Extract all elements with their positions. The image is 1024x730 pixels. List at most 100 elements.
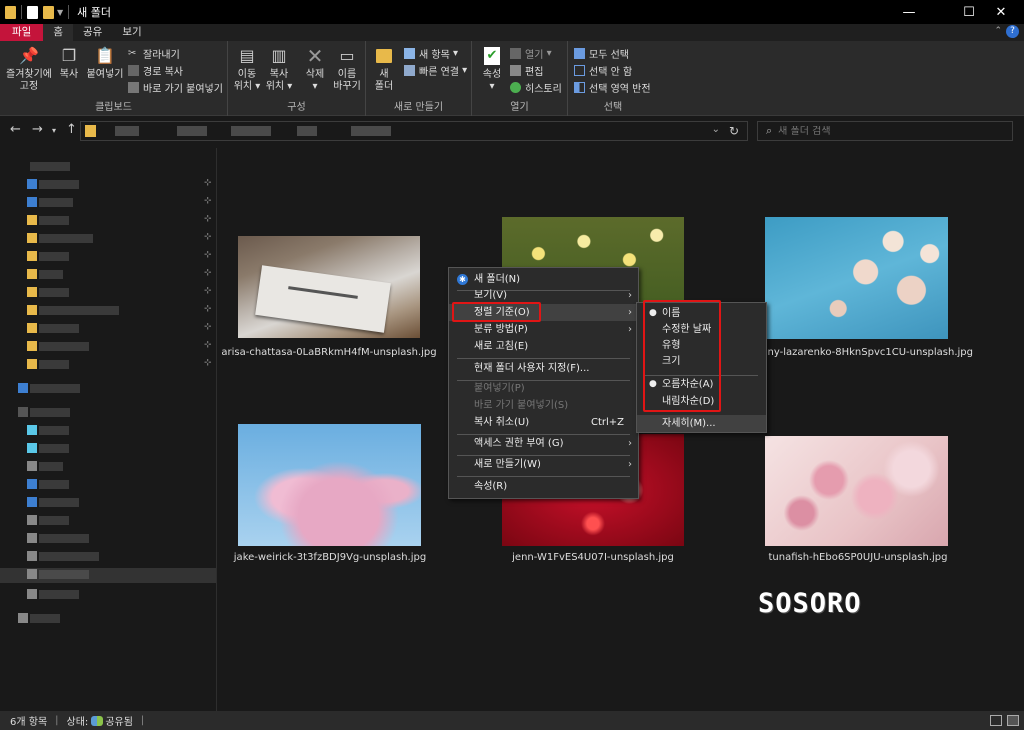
- sort-option-more[interactable]: 자세히(M)...: [637, 415, 766, 432]
- forward-arrow-icon[interactable]: →: [32, 122, 43, 137]
- menu-item-customize-folder[interactable]: 현재 폴더 사용자 지정(F)...: [449, 360, 638, 377]
- chevron-up-icon[interactable]: ⌃: [994, 26, 1002, 36]
- file-name[interactable]: jake-weirick-3t3fzBDJ9Vg-unsplash.jpg: [218, 552, 442, 563]
- sidebar-item[interactable]: [0, 442, 216, 456]
- menu-item-group-by[interactable]: 분류 방법(P) ›: [449, 321, 638, 338]
- up-arrow-icon[interactable]: ↑: [66, 122, 77, 137]
- menu-item-new-folder[interactable]: ✱ 새 폴더(N): [449, 271, 638, 288]
- file-thumbnail[interactable]: [765, 436, 948, 546]
- copy-button[interactable]: ❐ 복사: [56, 45, 82, 81]
- folder-icon: [27, 323, 37, 333]
- minimize-button[interactable]: —: [886, 0, 932, 24]
- file-thumbnail[interactable]: [765, 217, 948, 339]
- sidebar-item[interactable]: ⊹: [0, 358, 216, 372]
- menu-item-refresh[interactable]: 새로 고침(E): [449, 338, 638, 355]
- invert-selection-button[interactable]: 선택 영역 반전: [574, 79, 651, 95]
- sidebar-item[interactable]: [0, 382, 216, 396]
- file-thumbnail[interactable]: [238, 236, 420, 338]
- sidebar-item[interactable]: [0, 460, 216, 474]
- file-name[interactable]: jenn-W1FvES4U07I-unsplash.jpg: [482, 552, 704, 563]
- sidebar-item-label: [39, 180, 79, 189]
- delete-button[interactable]: ✕ 삭제 ▾: [302, 45, 328, 93]
- sidebar-item[interactable]: ⊹: [0, 232, 216, 246]
- chevron-down-icon[interactable]: ▼: [57, 8, 63, 17]
- menu-item-label: 보기(V): [474, 290, 508, 301]
- divider: |: [55, 715, 59, 726]
- file-thumbnail[interactable]: [238, 424, 421, 546]
- copy-path-button[interactable]: 경로 복사: [128, 62, 183, 78]
- sidebar-item[interactable]: ⊹: [0, 340, 216, 354]
- select-all-button[interactable]: 모두 선택: [574, 45, 629, 61]
- sidebar-item[interactable]: ⊹: [0, 322, 216, 336]
- file-name[interactable]: arisa-chattasa-0LaBRkmH4fM-unsplash.jpg: [218, 347, 440, 358]
- file-name[interactable]: evgeny-lazarenko-8HknSpvc1CU-unsplash.jp…: [738, 347, 978, 358]
- paste-shortcut-button[interactable]: 바로 가기 붙여넣기: [128, 79, 223, 95]
- sidebar-item[interactable]: ⊹: [0, 196, 216, 210]
- copy-to-icon: ▥: [271, 46, 287, 65]
- cut-button[interactable]: ✂ 잘라내기: [128, 45, 180, 61]
- sidebar-item-label: [39, 480, 69, 489]
- sidebar-item[interactable]: [0, 532, 216, 546]
- sidebar-item[interactable]: [0, 406, 216, 420]
- edit-button[interactable]: 편집: [510, 62, 543, 78]
- sidebar-item[interactable]: [0, 550, 216, 564]
- sidebar-item[interactable]: [0, 514, 216, 528]
- refresh-icon[interactable]: ↻: [729, 124, 739, 138]
- sidebar-item[interactable]: [0, 160, 216, 174]
- history-button[interactable]: 히스토리: [510, 79, 562, 95]
- large-icons-view-icon[interactable]: [1007, 715, 1019, 726]
- sidebar-item[interactable]: ⊹: [0, 214, 216, 228]
- properties-check-icon: ✔: [481, 45, 503, 67]
- sidebar-item[interactable]: ⊹: [0, 250, 216, 264]
- folder-icon: [85, 125, 96, 137]
- details-view-icon[interactable]: [990, 715, 1002, 726]
- copy-to-button[interactable]: ▥ 복사 위치 ▾: [264, 45, 294, 93]
- rename-button[interactable]: ▭ 이름 바꾸기: [332, 45, 362, 93]
- pin-to-quick-access-button[interactable]: 📌 즐겨찾기에 고정: [5, 45, 53, 93]
- menu-item-new[interactable]: 새로 만들기(W) ›: [449, 456, 638, 473]
- sidebar-item[interactable]: [0, 612, 216, 626]
- chevron-down-icon[interactable]: ⌄: [712, 124, 720, 135]
- help-icon[interactable]: ?: [1006, 25, 1019, 38]
- sidebar-item[interactable]: ⊹: [0, 286, 216, 300]
- properties-button[interactable]: ✔ 속성 ▾: [478, 45, 506, 93]
- tab-home[interactable]: 홈: [43, 24, 73, 41]
- back-arrow-icon[interactable]: ←: [10, 122, 21, 137]
- sidebar-item-label: [39, 252, 69, 261]
- search-box[interactable]: ⌕: [757, 121, 1013, 141]
- chevron-down-icon[interactable]: ▾: [52, 126, 56, 135]
- tab-view[interactable]: 보기: [112, 24, 151, 41]
- sidebar-item[interactable]: ⊹: [0, 178, 216, 192]
- menu-item-give-access[interactable]: 액세스 권한 부여 (G) ›: [449, 435, 638, 452]
- properties-quick-icon[interactable]: [27, 5, 38, 19]
- new-item-icon: [404, 47, 415, 59]
- new-item-button[interactable]: 새 항목 ▾: [404, 45, 458, 61]
- select-none-button[interactable]: 선택 안 함: [574, 62, 632, 78]
- search-input[interactable]: [778, 125, 979, 137]
- file-name[interactable]: tunafish-hEbo6SP0UJU-unsplash.jpg: [738, 552, 978, 563]
- sidebar-item[interactable]: [0, 424, 216, 438]
- sidebar-item[interactable]: ⊹: [0, 268, 216, 282]
- sidebar-item[interactable]: [0, 496, 216, 510]
- navigation-bar: ← → ▾ ↑ ⌄ ↻ ⌕: [0, 117, 1024, 145]
- menu-item-paste: 붙여넣기(P): [449, 380, 638, 397]
- tab-file[interactable]: 파일: [0, 24, 44, 41]
- address-bar[interactable]: ⌄ ↻: [80, 121, 748, 141]
- new-folder-button[interactable]: 새 폴더: [370, 45, 398, 93]
- move-to-button[interactable]: ▤ 이동 위치 ▾: [232, 45, 262, 93]
- menu-item-properties[interactable]: 속성(R): [449, 478, 638, 495]
- close-button[interactable]: ✕: [978, 0, 1024, 24]
- sidebar-item-label: [39, 444, 69, 453]
- sidebar-item[interactable]: [0, 478, 216, 492]
- menu-item-label: 분류 방법(P): [474, 324, 528, 335]
- easy-access-button[interactable]: 빠른 연결 ▾: [404, 62, 467, 78]
- sidebar-item-label: [30, 614, 60, 623]
- tab-share[interactable]: 공유: [73, 24, 112, 41]
- paste-button[interactable]: 📋 붙여넣기: [86, 45, 124, 81]
- sidebar-item[interactable]: ⊹: [0, 304, 216, 318]
- sidebar-item[interactable]: [0, 588, 216, 602]
- menu-item-undo-copy[interactable]: 복사 취소(U) Ctrl+Z: [449, 414, 638, 431]
- new-folder-quick-icon[interactable]: [43, 5, 54, 19]
- open-button[interactable]: 열기 ▾: [510, 45, 552, 61]
- sidebar-item-selected[interactable]: [0, 568, 216, 583]
